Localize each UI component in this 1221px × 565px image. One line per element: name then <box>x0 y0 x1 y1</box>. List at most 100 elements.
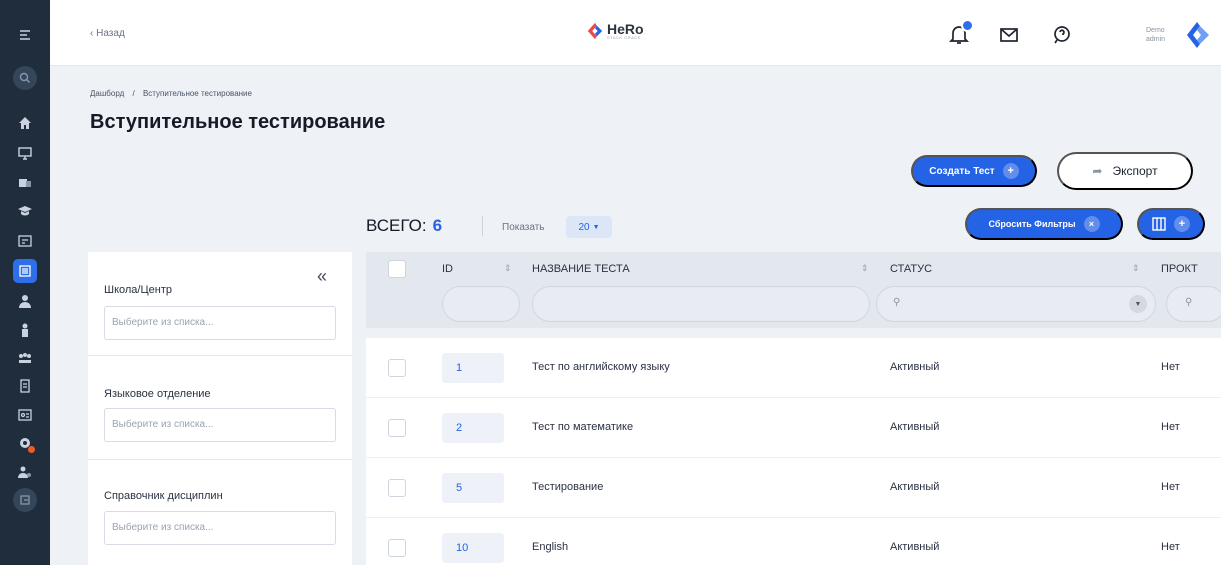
export-button[interactable]: ➦ Экспорт <box>1057 152 1193 190</box>
row-proctoring: Нет <box>1161 541 1180 553</box>
row-status: Активный <box>890 361 940 373</box>
row-id[interactable]: 5 <box>442 473 504 503</box>
total-value: 6 <box>432 216 443 235</box>
breadcrumb-home[interactable]: Дашборд <box>90 89 124 98</box>
filter-disciplines: Справочник дисциплин Выберите из списка.… <box>88 460 352 564</box>
notifications-button[interactable] <box>948 19 974 46</box>
caret-down-icon: ▼ <box>1129 295 1147 313</box>
board-icon[interactable] <box>13 229 37 253</box>
row-checkbox[interactable] <box>388 479 406 497</box>
row-status: Активный <box>890 541 940 553</box>
filter-label: Справочник дисциплин <box>104 490 223 502</box>
help-chat-icon <box>1054 26 1070 44</box>
total-count: ВСЕГО: 6 <box>366 216 443 235</box>
caret-down-icon: ▼ <box>592 223 600 231</box>
row-proctoring: Нет <box>1161 421 1180 433</box>
row-id[interactable]: 1 <box>442 353 504 383</box>
messages-button[interactable] <box>998 24 1020 46</box>
table-row[interactable]: 1 Тест по английскому языку Активный Нет <box>366 338 1221 398</box>
notification-badge <box>961 19 974 32</box>
id-card-icon[interactable] <box>13 403 37 427</box>
logo-subtitle: STACK GRACE <box>607 34 641 40</box>
reset-filters-label: Сбросить Фильтры <box>988 219 1076 229</box>
reset-filters-button[interactable]: Сбросить Фильтры × <box>965 208 1123 240</box>
name-filter-input[interactable] <box>532 286 870 322</box>
mail-icon <box>1000 28 1018 42</box>
logout-icon[interactable] <box>13 488 37 512</box>
table-row[interactable]: 10 English Активный Нет <box>366 518 1221 565</box>
sort-icon[interactable]: ⇕ <box>861 263 869 274</box>
column-header-name[interactable]: НАЗВАНИЕ ТЕСТА <box>532 263 630 275</box>
hero-logo-icon <box>587 22 603 40</box>
top-bar: ‹ Назад HeRo STACK GRACE Demo admin <box>50 0 1221 66</box>
back-link[interactable]: ‹ Назад <box>90 28 125 39</box>
alert-dot <box>28 446 35 453</box>
id-filter-input[interactable] <box>442 286 520 322</box>
filter-label: Школа/Центр <box>104 284 172 296</box>
select-all-checkbox[interactable] <box>388 260 406 278</box>
columns-button[interactable]: + <box>1137 208 1205 240</box>
group-icon[interactable] <box>13 346 37 370</box>
column-header-proctoring[interactable]: ПРОКТ <box>1161 263 1198 275</box>
user-icon[interactable] <box>13 289 37 313</box>
filter-label: Языковое отделение <box>104 388 211 400</box>
breadcrumb-current: Вступительное тестирование <box>142 89 252 98</box>
avatar[interactable] <box>1182 20 1212 50</box>
filter-language-department: Языковое отделение Выберите из списка... <box>88 356 352 460</box>
create-test-button[interactable]: Создать Тест + <box>911 155 1037 187</box>
row-name[interactable]: Тест по математике <box>532 421 633 433</box>
breadcrumb-separator: / <box>132 89 135 98</box>
row-name[interactable]: Тест по английскому языку <box>532 361 670 373</box>
table-row[interactable]: 2 Тест по математике Активный Нет <box>366 398 1221 458</box>
row-name[interactable]: Тестирование <box>532 481 603 493</box>
search-icon: ⚲ <box>1185 297 1193 308</box>
graduation-cap-icon[interactable] <box>13 199 37 223</box>
filters-panel: « Школа/Центр Выберите из списка... Язык… <box>88 252 352 565</box>
monitor-icon[interactable] <box>13 141 37 165</box>
back-label: Назад <box>96 28 125 39</box>
row-proctoring: Нет <box>1161 481 1180 493</box>
proctoring-filter-select[interactable]: ⚲ <box>1166 286 1221 322</box>
search-icon[interactable] <box>13 66 37 90</box>
column-header-id[interactable]: ID <box>442 263 453 275</box>
row-checkbox[interactable] <box>388 359 406 377</box>
folders-icon[interactable] <box>13 170 37 194</box>
columns-icon <box>1152 217 1166 231</box>
sort-icon[interactable]: ⇕ <box>504 263 512 274</box>
settings-alert-icon[interactable] <box>13 431 37 455</box>
row-checkbox[interactable] <box>388 539 406 557</box>
row-name[interactable]: English <box>532 541 568 553</box>
language-department-select[interactable]: Выберите из списка... <box>104 408 336 442</box>
status-filter-select[interactable]: ⚲ ▼ <box>876 286 1156 322</box>
page-title: Вступительное тестирование <box>90 111 386 133</box>
sidebar <box>0 0 50 565</box>
plus-icon: + <box>1174 216 1190 232</box>
page-size-label: Показать <box>502 222 545 233</box>
column-header-status[interactable]: СТАТУС <box>890 263 932 275</box>
row-id[interactable]: 10 <box>442 533 504 563</box>
teacher-icon[interactable] <box>13 318 37 342</box>
menu-icon[interactable] <box>13 23 37 47</box>
disciplines-select[interactable]: Выберите из списка... <box>104 511 336 545</box>
table-header: ID ⇕ НАЗВАНИЕ ТЕСТА ⇕ СТАТУС ⇕ ПРОКТ ⚲ ▼… <box>366 252 1221 328</box>
table-row[interactable]: 5 Тестирование Активный Нет <box>366 458 1221 518</box>
document-icon[interactable] <box>13 374 37 398</box>
logo-text: HeRo <box>607 20 644 37</box>
users-settings-icon[interactable] <box>13 460 37 484</box>
chevron-left-icon: ‹ <box>90 28 94 39</box>
breadcrumb: Дашборд / Вступительное тестирование <box>90 89 252 98</box>
logo[interactable]: HeRo STACK GRACE <box>586 22 644 40</box>
tests-icon[interactable] <box>13 259 37 283</box>
help-button[interactable] <box>1051 24 1073 46</box>
close-icon: × <box>1083 216 1100 232</box>
sort-icon[interactable]: ⇕ <box>1132 263 1140 274</box>
row-proctoring: Нет <box>1161 361 1180 373</box>
page-size-select[interactable]: 20 ▼ <box>566 216 612 238</box>
row-status: Активный <box>890 481 940 493</box>
row-id[interactable]: 2 <box>442 413 504 443</box>
school-select[interactable]: Выберите из списка... <box>104 306 336 340</box>
user-name[interactable]: Demo admin <box>1146 26 1165 44</box>
export-label: Экспорт <box>1112 164 1158 178</box>
row-checkbox[interactable] <box>388 419 406 437</box>
home-icon[interactable] <box>13 111 37 135</box>
